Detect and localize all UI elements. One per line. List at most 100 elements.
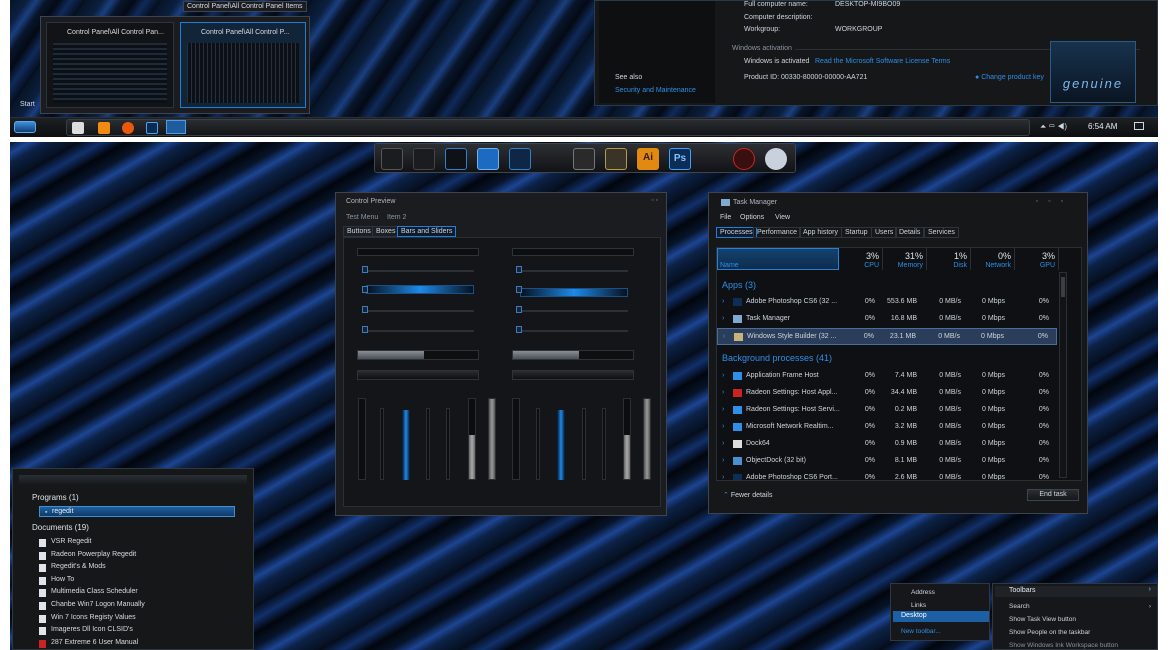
- end-task-button[interactable]: End task: [1027, 489, 1079, 501]
- list-item[interactable]: Imageres Dll Icon CLSID's: [37, 625, 237, 637]
- expand-arrow-icon[interactable]: ›: [722, 389, 724, 396]
- vslider-r4[interactable]: [582, 408, 586, 480]
- vslider-7[interactable]: [488, 398, 496, 480]
- change-product-key-link[interactable]: ● Change product key: [975, 74, 1044, 81]
- slider-3[interactable]: [366, 310, 474, 312]
- slider-1[interactable]: [366, 270, 474, 272]
- menu-search[interactable]: Search ›: [1009, 603, 1155, 610]
- expand-arrow-icon[interactable]: ›: [722, 440, 724, 447]
- photoshop-taskbar-icon[interactable]: [146, 122, 158, 134]
- tab-boxes[interactable]: Boxes: [372, 226, 400, 237]
- vslider-1[interactable]: [358, 398, 366, 480]
- vslider-4[interactable]: [426, 408, 430, 480]
- vslider-6[interactable]: [468, 398, 476, 480]
- slider-thumb[interactable]: [362, 306, 368, 313]
- slider-4[interactable]: [366, 330, 474, 332]
- column-header-name[interactable]: Name: [717, 248, 839, 270]
- table-row[interactable]: › Adobe Photoshop CS6 (32 ... 0% 553.6 MB 0 …: [717, 294, 1057, 311]
- home-icon[interactable]: [413, 148, 435, 170]
- program-result-regedit[interactable]: ▪ regedit: [39, 506, 235, 517]
- expand-arrow-icon[interactable]: ›: [722, 406, 724, 413]
- list-item[interactable]: VSR Regedit: [37, 537, 237, 549]
- security-maintenance-link[interactable]: Security and Maintenance: [615, 87, 696, 94]
- vertical-scrollbar[interactable]: [1059, 272, 1067, 478]
- table-row[interactable]: › Microsoft Network Realtim... 0% 3.2 MB 0 M…: [717, 419, 1057, 436]
- scrollbar-thumb[interactable]: [1061, 277, 1065, 297]
- menu-address[interactable]: Address: [911, 589, 935, 596]
- menu-options[interactable]: Options: [740, 214, 764, 221]
- slider-thumb[interactable]: [516, 306, 522, 313]
- tab-services[interactable]: Services: [924, 227, 959, 238]
- slider-thumb[interactable]: [516, 266, 522, 273]
- vslider-r6[interactable]: [623, 398, 631, 480]
- slider-thumb[interactable]: [516, 326, 522, 333]
- menu-item2[interactable]: Item 2: [387, 214, 406, 221]
- brush-icon[interactable]: [605, 148, 627, 170]
- tab-performance[interactable]: Performance: [753, 227, 802, 238]
- firefox-icon[interactable]: [122, 122, 134, 134]
- vslider-r1[interactable]: [512, 398, 520, 480]
- list-item[interactable]: How To: [37, 575, 237, 587]
- thumbnail-control-panel-1[interactable]: Control Panel\All Control Pan...: [46, 22, 174, 108]
- slider-thumb[interactable]: [362, 286, 368, 293]
- fewer-details-button[interactable]: ⌃ Fewer details: [723, 491, 772, 499]
- systray-icons[interactable]: ⏶ ▭ ◀): [1040, 122, 1067, 132]
- illustrator-icon[interactable]: Ai: [637, 148, 659, 170]
- table-row[interactable]: › Task Manager 0% 16.8 MB 0 MB/s 0 Mbps 0%: [717, 311, 1057, 328]
- menu-view[interactable]: View: [775, 214, 790, 221]
- clock[interactable]: 6:54 AM: [1088, 122, 1117, 131]
- menu-ink-workspace[interactable]: Show Windows Ink Workspace button: [1009, 642, 1118, 649]
- menu-file[interactable]: File: [720, 214, 731, 221]
- vslider-r2[interactable]: [536, 408, 540, 480]
- scrollbar-h-right[interactable]: [512, 248, 634, 256]
- column-header-cpu[interactable]: 3% CPU: [841, 248, 883, 270]
- tab-app-history[interactable]: App history: [799, 227, 843, 238]
- slider-r4[interactable]: [520, 330, 628, 332]
- tab-buttons[interactable]: Buttons: [343, 226, 375, 237]
- table-row[interactable]: › Adobe Photoshop CS6 Port... 0% 2.6 MB 0 MB…: [717, 470, 1057, 480]
- expand-arrow-icon[interactable]: ›: [722, 372, 724, 379]
- vslider-r7[interactable]: [643, 398, 651, 480]
- column-header-network[interactable]: 0% Network: [971, 248, 1015, 270]
- settings-icon[interactable]: [477, 148, 499, 170]
- start-button[interactable]: [14, 121, 36, 133]
- table-row[interactable]: › Application Frame Host 0% 7.4 MB 0 MB/s 0 M…: [717, 368, 1057, 385]
- expand-arrow-icon[interactable]: ›: [722, 474, 724, 480]
- window-icon[interactable]: [445, 148, 467, 170]
- list-item[interactable]: Regedit's & Mods: [37, 562, 237, 574]
- column-header-memory[interactable]: 31% Memory: [883, 248, 927, 270]
- windows-icon[interactable]: [72, 122, 84, 134]
- table-row[interactable]: › Radeon Settings: Host Servi... 0% 0.2 MB 0…: [717, 402, 1057, 419]
- slider-thumb[interactable]: [362, 266, 368, 273]
- vlc-icon[interactable]: [98, 122, 110, 134]
- list-item[interactable]: Win 7 Icons Registy Values: [37, 613, 237, 625]
- tab-bars-sliders[interactable]: Bars and Sliders: [397, 226, 457, 237]
- menu-task-view[interactable]: Show Task View button: [1009, 616, 1076, 623]
- tab-processes[interactable]: Processes: [716, 227, 757, 238]
- list-item[interactable]: Multimedia Class Scheduler: [37, 587, 237, 599]
- thumbnail-control-panel-2[interactable]: Control Panel\All Control P...: [180, 22, 306, 108]
- menu-desktop-highlight[interactable]: Desktop: [893, 611, 989, 622]
- menu-links[interactable]: Links: [911, 602, 926, 609]
- radeon-icon[interactable]: [733, 148, 755, 170]
- menu-new-toolbar[interactable]: New toolbar...: [901, 628, 941, 635]
- expand-arrow-icon[interactable]: ›: [722, 423, 724, 430]
- gear-icon[interactable]: [509, 148, 531, 170]
- action-center-icon[interactable]: [1134, 122, 1144, 130]
- window-controls[interactable]: ▫▫▫: [1036, 198, 1073, 205]
- license-terms-link[interactable]: Read the Microsoft Software License Term…: [815, 58, 950, 65]
- table-row[interactable]: › ObjectDock (32 bit) 0% 8.1 MB 0 MB/s 0 Mbps…: [717, 453, 1057, 470]
- slider-r3[interactable]: [520, 310, 628, 312]
- table-row[interactable]: › Windows Style Builder (32 ... 0% 23.1 MB 0…: [717, 328, 1057, 345]
- monitor-icon[interactable]: [381, 148, 403, 170]
- logo-icon[interactable]: [765, 148, 787, 170]
- menu-toolbars[interactable]: Toolbars ›: [995, 586, 1157, 597]
- column-header-disk[interactable]: 1% Disk: [927, 248, 971, 270]
- slider-r1[interactable]: [520, 270, 628, 272]
- menu-people[interactable]: Show People on the taskbar: [1009, 629, 1090, 636]
- expand-arrow-icon[interactable]: ›: [722, 315, 724, 322]
- photoshop-icon[interactable]: Ps: [669, 148, 691, 170]
- window-controls[interactable]: ▫ ▫: [651, 197, 658, 204]
- vslider-2[interactable]: [380, 408, 384, 480]
- table-row[interactable]: › Radeon Settings: Host Appl... 0% 34.4 MB 0…: [717, 385, 1057, 402]
